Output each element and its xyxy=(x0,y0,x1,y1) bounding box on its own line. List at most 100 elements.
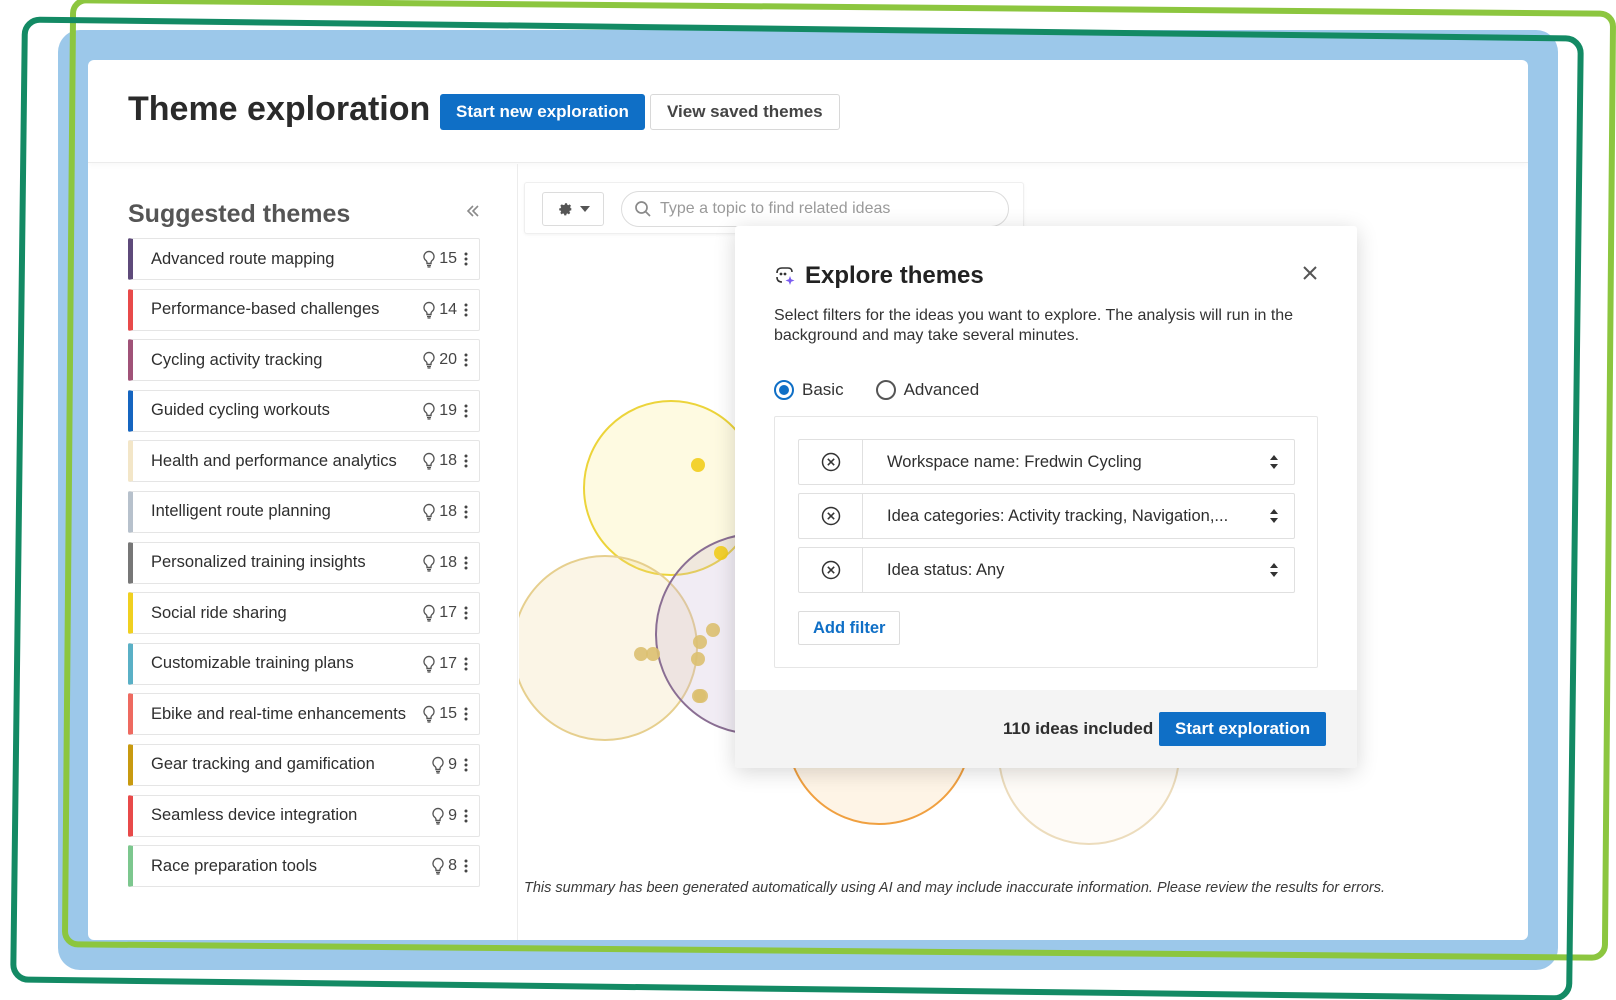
idea-count: 9 xyxy=(431,756,457,774)
idea-dot[interactable] xyxy=(706,623,720,637)
idea-count: 18 xyxy=(422,503,457,521)
idea-count-value: 19 xyxy=(439,401,457,419)
theme-list-item[interactable]: Guided cycling workouts 19 xyxy=(128,389,480,432)
idea-dot[interactable] xyxy=(691,652,705,666)
more-options-icon[interactable] xyxy=(463,251,469,267)
lightbulb-icon xyxy=(423,351,435,369)
theme-list-item[interactable]: Race preparation tools 8 xyxy=(128,845,480,888)
theme-list-item[interactable]: Personalized training insights 18 xyxy=(128,541,480,584)
theme-list-item[interactable]: Performance-based challenges 14 xyxy=(128,288,480,331)
idea-dot[interactable] xyxy=(691,458,705,472)
sort-caret-icon[interactable] xyxy=(1254,494,1294,538)
topic-search-input[interactable] xyxy=(660,200,990,218)
idea-count: 15 xyxy=(422,250,457,268)
sidebar-title: Suggested themes xyxy=(128,200,351,228)
more-options-icon[interactable] xyxy=(463,403,469,419)
circle-x-icon xyxy=(821,506,840,526)
theme-list-item[interactable]: Advanced route mapping 15 xyxy=(128,238,480,280)
topic-search-box xyxy=(621,191,1009,227)
filter-panel: Workspace name: Fredwin Cycling Idea cat… xyxy=(774,416,1318,668)
idea-count-value: 17 xyxy=(439,604,457,622)
idea-count: 14 xyxy=(422,301,457,319)
idea-dot[interactable] xyxy=(646,647,660,661)
sort-caret-icon[interactable] xyxy=(1254,548,1294,592)
more-options-icon[interactable] xyxy=(463,757,469,773)
filter-row-status: Idea status: Any xyxy=(798,547,1295,593)
double-chevron-left-icon[interactable] xyxy=(464,202,484,222)
theme-list-item[interactable]: Customizable training plans 17 xyxy=(128,642,480,685)
theme-label: Social ride sharing xyxy=(151,603,287,622)
search-icon xyxy=(635,201,651,217)
ai-disclaimer: This summary has been generated automati… xyxy=(524,880,1386,896)
theme-list-item[interactable]: Ebike and real-time enhancements 15 xyxy=(128,693,480,736)
filter-row-categories: Idea categories: Activity tracking, Navi… xyxy=(798,493,1295,539)
idea-count-value: 18 xyxy=(439,452,457,470)
lightbulb-icon xyxy=(423,301,435,319)
theme-list-item[interactable]: Gear tracking and gamification 9 xyxy=(128,743,480,786)
start-new-exploration-button[interactable]: Start new exploration xyxy=(440,94,645,130)
theme-label: Customizable training plans xyxy=(151,654,354,673)
add-filter-button[interactable]: Add filter xyxy=(798,611,901,645)
theme-list-item[interactable]: Health and performance analytics 18 xyxy=(128,440,480,483)
filter-select-status[interactable]: Idea status: Any xyxy=(863,561,1254,580)
more-options-icon[interactable] xyxy=(463,302,469,318)
theme-label: Cycling activity tracking xyxy=(151,350,323,369)
filter-row-workspace: Workspace name: Fredwin Cycling xyxy=(798,439,1295,485)
idea-count: 19 xyxy=(422,402,457,420)
suggested-themes-sidebar: Suggested themes Advanced route mapping 1… xyxy=(88,164,518,940)
more-options-icon[interactable] xyxy=(463,858,469,874)
theme-list-item[interactable]: Cycling activity tracking 20 xyxy=(128,339,480,382)
lightbulb-icon xyxy=(432,807,444,825)
theme-label: Intelligent route planning xyxy=(151,502,331,521)
idea-dot[interactable] xyxy=(634,647,648,661)
idea-count: 18 xyxy=(422,452,457,471)
idea-count-value: 20 xyxy=(439,351,457,369)
start-exploration-button[interactable]: Start exploration xyxy=(1159,712,1327,746)
idea-count-value: 18 xyxy=(439,553,457,571)
close-icon[interactable] xyxy=(1299,262,1321,284)
view-saved-themes-button[interactable]: View saved themes xyxy=(650,94,840,130)
lightbulb-icon xyxy=(423,250,435,268)
filter-select-workspace[interactable]: Workspace name: Fredwin Cycling xyxy=(863,453,1254,472)
idea-count-value: 17 xyxy=(439,654,457,672)
theme-list-item[interactable]: Seamless device integration 9 xyxy=(128,794,480,837)
idea-count: 20 xyxy=(422,351,457,369)
more-options-icon[interactable] xyxy=(463,656,469,672)
theme-list-item[interactable]: Intelligent route planning 18 xyxy=(128,490,480,533)
more-options-icon[interactable] xyxy=(463,352,469,368)
idea-dot[interactable] xyxy=(694,689,708,703)
remove-filter-button[interactable] xyxy=(799,548,863,592)
idea-count-value: 15 xyxy=(439,250,457,267)
theme-list: Advanced route mapping 15 Performance-base… xyxy=(128,238,480,896)
lightbulb-icon xyxy=(423,402,435,420)
more-options-icon[interactable] xyxy=(463,504,469,520)
idea-count: 9 xyxy=(431,807,457,825)
lightbulb-icon xyxy=(423,554,435,572)
idea-count-value: 15 xyxy=(439,705,457,723)
advanced-radio[interactable] xyxy=(875,380,896,400)
sort-caret-icon[interactable] xyxy=(1254,440,1294,484)
idea-dot[interactable] xyxy=(714,546,728,560)
more-options-icon[interactable] xyxy=(463,605,469,621)
more-options-icon[interactable] xyxy=(463,808,469,824)
more-options-icon[interactable] xyxy=(463,555,469,571)
idea-dot[interactable] xyxy=(693,635,707,649)
modal-description: Select filters for the ideas you want to… xyxy=(774,307,1294,344)
settings-dropdown-button[interactable] xyxy=(542,192,604,226)
circle-x-icon xyxy=(821,452,840,472)
basic-radio-label[interactable]: Basic xyxy=(802,380,844,400)
idea-count: 17 xyxy=(422,604,457,622)
basic-radio[interactable] xyxy=(774,380,794,400)
circle-x-icon xyxy=(821,560,840,580)
theme-label: Seamless device integration xyxy=(151,806,358,825)
advanced-radio-label[interactable]: Advanced xyxy=(904,380,980,400)
filter-select-categories[interactable]: Idea categories: Activity tracking, Navi… xyxy=(863,507,1254,526)
caret-down-icon xyxy=(580,206,590,212)
more-options-icon[interactable] xyxy=(463,453,469,469)
theme-list-item[interactable]: Social ride sharing 17 xyxy=(128,592,480,635)
lightbulb-icon xyxy=(423,604,435,622)
more-options-icon[interactable] xyxy=(463,706,469,722)
remove-filter-button[interactable] xyxy=(799,440,863,484)
theme-label: Guided cycling workouts xyxy=(151,401,330,420)
remove-filter-button[interactable] xyxy=(799,494,863,538)
